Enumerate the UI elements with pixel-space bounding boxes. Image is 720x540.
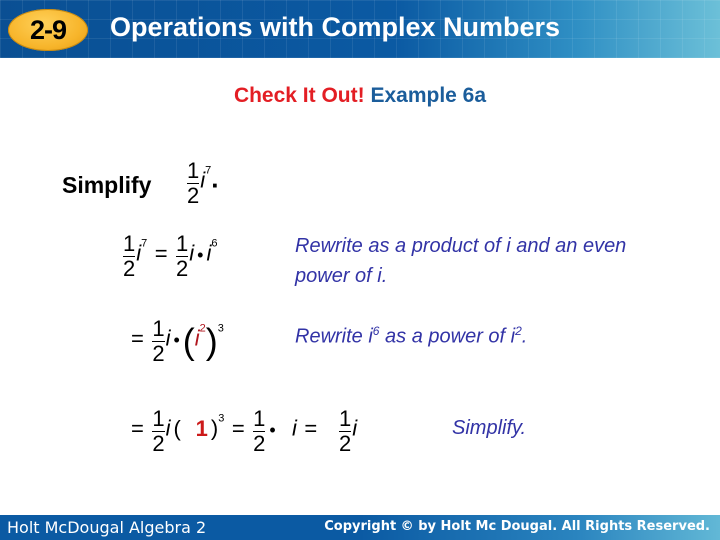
slide-header: 2-9 Operations with Complex Numbers [0, 0, 720, 58]
step-2-note: Rewrite i6 as a power of i2. [295, 324, 528, 348]
footer-copyright: Copyright © by Holt Mc Dougal. All Right… [324, 519, 710, 534]
check-it-out-label: Check It Out! [233, 84, 365, 107]
slide-title: Operations with Complex Numbers [110, 12, 561, 42]
slide-footer: Holt McDougal Algebra 2 Copyright © by H… [0, 515, 720, 540]
example-heading: Check It Out! Example 6a [0, 84, 720, 108]
step-3-note: Simplify. [452, 417, 527, 439]
problem-prompt: Simplify [62, 172, 151, 199]
footer-book-title: Holt McDougal Algebra 2 [7, 518, 207, 537]
prompt-text: Simplify [62, 172, 152, 198]
problem-expression: 1 2 i7. [187, 158, 219, 208]
step-3-equation: = 1 2 i( 1)3 = 1 2 • i = 1 2 i [131, 406, 358, 456]
step-1-equation: 1 2 i7 = 1 2 i • i6 [123, 231, 218, 281]
lesson-badge: 2-9 [8, 9, 88, 51]
fraction: 1 2 [187, 158, 200, 208]
step-1-note: Rewrite as a product of i and an even po… [295, 235, 627, 287]
step-2-equation: = 1 2 i •(i2)3 [131, 316, 224, 366]
example-label: Example 6a [370, 84, 487, 107]
